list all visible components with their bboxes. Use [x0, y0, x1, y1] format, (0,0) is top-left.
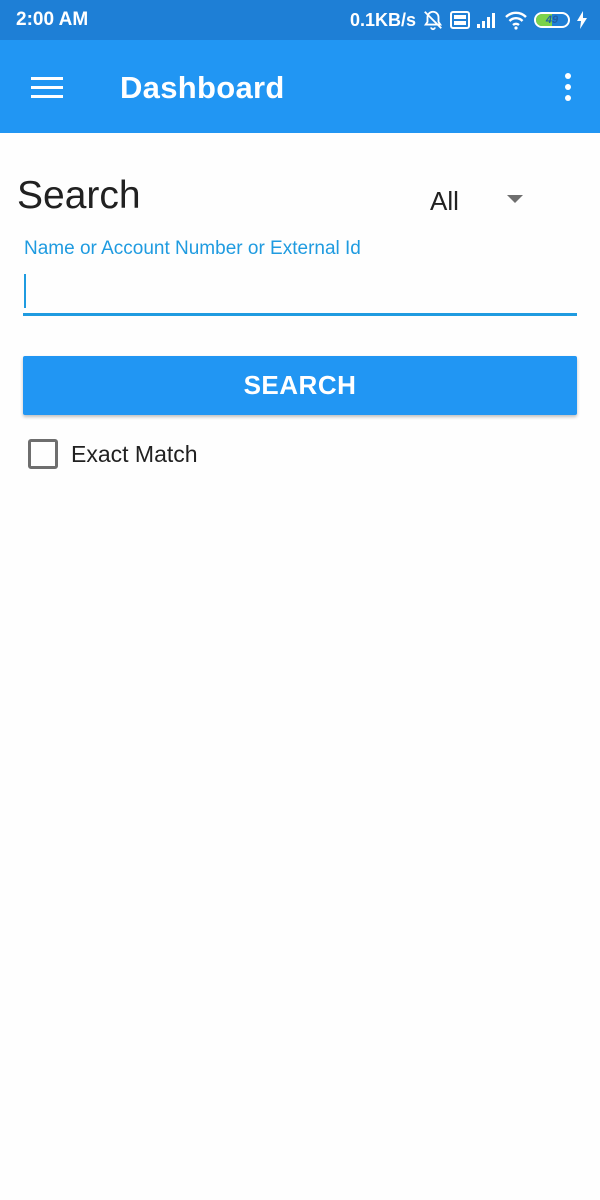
hamburger-menu-icon	[31, 71, 63, 104]
search-input[interactable]	[23, 266, 577, 316]
search-type-dropdown[interactable]: All	[424, 180, 534, 220]
text-cursor	[24, 274, 26, 308]
exact-match-label: Exact Match	[71, 441, 198, 467]
status-bar: 2:00 AM 0.1KB/s 49	[0, 0, 600, 40]
battery-level: 49	[545, 14, 559, 26]
app-bar-title: Dashboard	[120, 70, 285, 105]
more-options-button[interactable]	[554, 68, 582, 106]
dropdown-arrow-icon	[507, 195, 523, 203]
charging-icon	[576, 11, 588, 29]
volte-icon	[450, 11, 470, 29]
wifi-icon	[504, 10, 528, 30]
menu-button[interactable]	[22, 66, 72, 108]
search-heading: Search	[17, 174, 141, 217]
network-speed: 0.1KB/s	[349, 10, 416, 30]
signal-icon	[476, 11, 498, 29]
search-field-label: Name or Account Number or External Id	[24, 238, 361, 259]
exact-match-checkbox[interactable]	[28, 439, 58, 469]
search-button[interactable]: SEARCH	[23, 356, 577, 415]
status-time: 2:00 AM	[16, 9, 89, 30]
alarm-off-icon	[422, 9, 444, 31]
status-icons: 0.1KB/s 49	[350, 8, 588, 32]
search-type-selected: All	[430, 186, 459, 216]
battery-icon: 49	[534, 12, 570, 28]
exact-match-option[interactable]: Exact Match	[28, 437, 198, 471]
app-bar: Dashboard	[0, 40, 600, 133]
